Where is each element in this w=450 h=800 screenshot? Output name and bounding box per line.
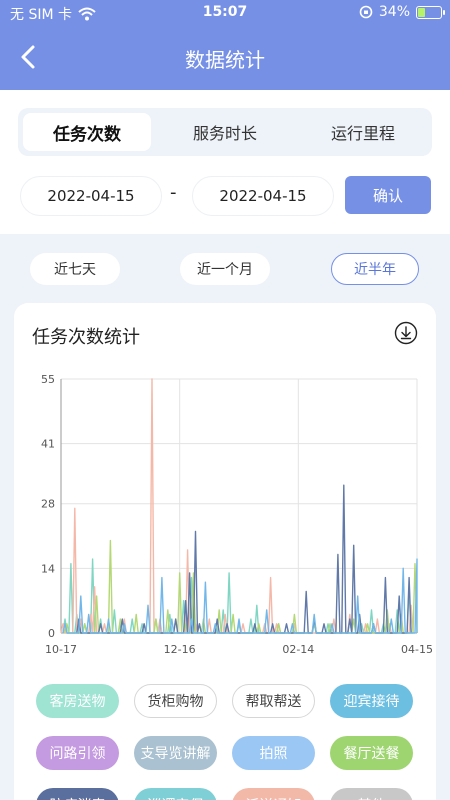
battery-percent: 34% (378, 4, 410, 20)
range-half-year-button[interactable]: 近半年 (331, 253, 419, 285)
date-separator: - (170, 182, 177, 203)
range-7-days-button[interactable]: 近七天 (30, 253, 120, 285)
tab-mileage[interactable]: 运行里程 (299, 113, 427, 151)
y-tick-label: 14 (41, 562, 55, 575)
series-line-2 (64, 539, 418, 634)
category-chip[interactable]: 其他 (330, 788, 413, 800)
x-tick-label: 04-15 (401, 643, 433, 656)
range-1-month-button[interactable]: 近一个月 (180, 253, 270, 285)
tab-task-count[interactable]: 任务次数 (23, 113, 151, 151)
y-tick-label: 0 (48, 627, 55, 640)
y-tick-label: 41 (41, 438, 55, 451)
category-chip[interactable]: 派送通知 (232, 788, 315, 800)
status-right: 34% (359, 4, 445, 20)
category-chip[interactable]: 客房送物 (36, 684, 119, 718)
end-date-field[interactable]: 2022-04-15 (192, 176, 334, 216)
rotation-lock-icon (359, 5, 373, 19)
tab-service-duration[interactable]: 服务时长 (161, 113, 289, 151)
category-chip[interactable]: 货柜购物 (134, 684, 217, 718)
start-date-field[interactable]: 2022-04-15 (20, 176, 162, 216)
confirm-button[interactable]: 确认 (345, 176, 431, 214)
y-tick-label: 28 (41, 498, 55, 511)
category-chip[interactable]: 帮取帮送 (232, 684, 315, 718)
category-chip[interactable]: 巡逻安保 (134, 788, 217, 800)
series-line-3 (76, 484, 412, 634)
category-chip[interactable]: 餐厅送餐 (330, 736, 413, 770)
x-tick-label: 10-17 (45, 643, 77, 656)
stats-card: 任务次数统计 0 14 28 41 55 10-17 12-16 02-14 04-15 客房送… (14, 303, 436, 800)
status-bar: 无 SIM 卡 15:07 34% (0, 0, 450, 25)
x-tick-label: 12-16 (164, 643, 196, 656)
nav-bar: 数据统计 (0, 25, 450, 90)
battery-fill (418, 7, 426, 17)
category-chip[interactable]: 迎宾接待 (330, 684, 413, 718)
task-count-chart: 0 14 28 41 55 10-17 12-16 02-14 04-15 (41, 373, 433, 656)
page-title: 数据统计 (185, 48, 265, 72)
category-chip[interactable]: 支导览讲解 (134, 736, 217, 770)
x-tick-label: 02-14 (282, 643, 314, 656)
category-chip[interactable]: 防疫消毒 (36, 788, 119, 800)
category-chip[interactable]: 问路引领 (36, 736, 119, 770)
battery-icon (416, 5, 445, 19)
category-chip[interactable]: 拍照 (232, 736, 315, 770)
series-line-1 (60, 378, 414, 634)
y-tick-label: 55 (41, 373, 55, 386)
filter-panel: 任务次数 服务时长 运行里程 2022-04-15 - 2022-04-15 确… (0, 90, 450, 234)
metric-tabs: 任务次数 服务时长 运行里程 (18, 108, 432, 156)
